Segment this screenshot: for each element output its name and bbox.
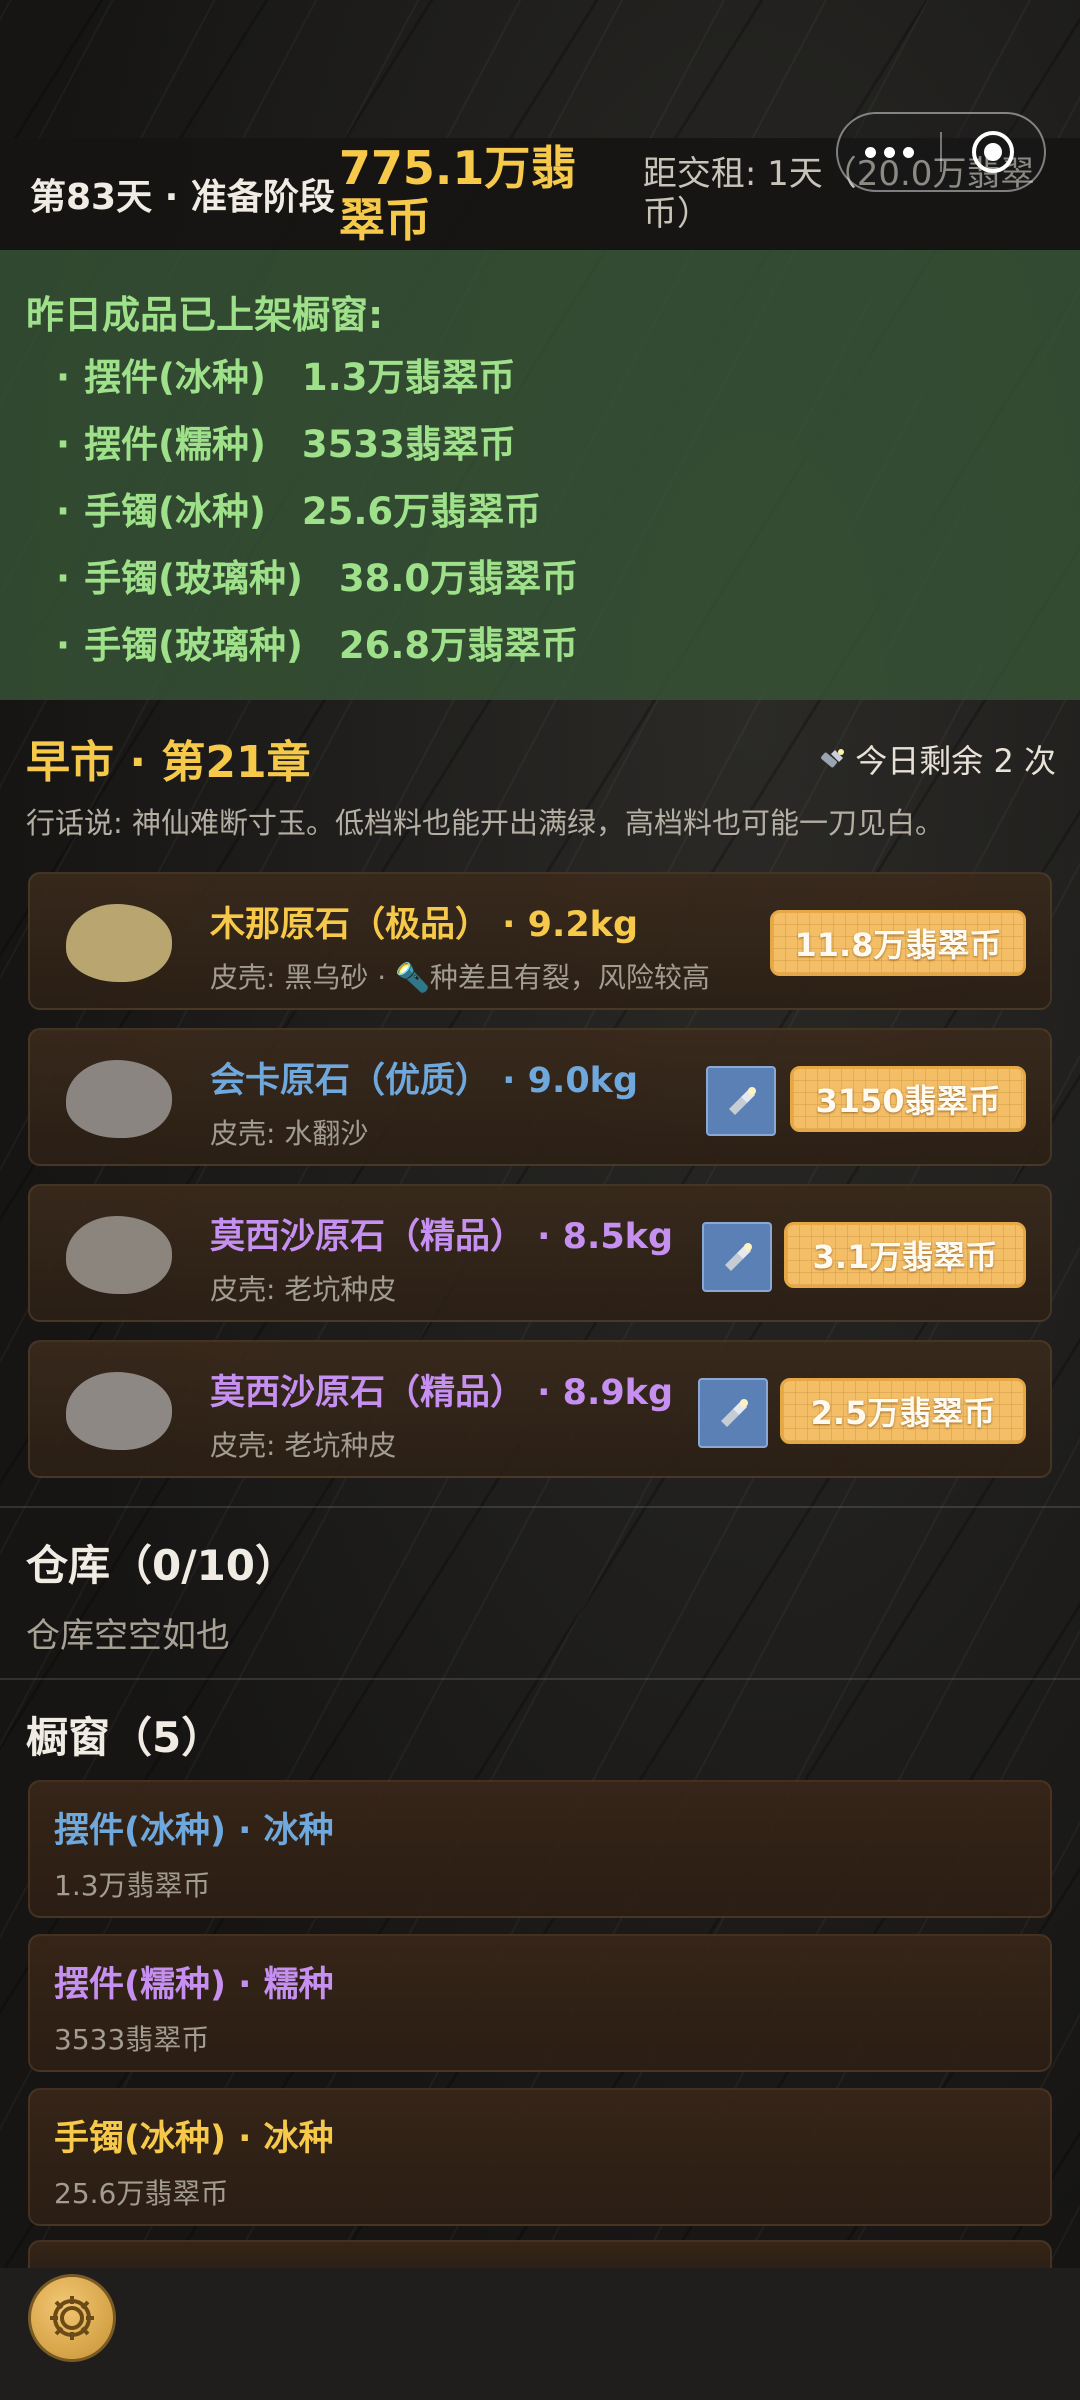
notice-item-price: 26.8万翡翠币: [338, 624, 579, 667]
settings-button[interactable]: [28, 2274, 116, 2362]
notice-item-name: 摆件(冰种): [84, 356, 266, 399]
showcase-item-name: 摆件(冰种) · 冰种: [54, 1811, 334, 1851]
buy-price-button[interactable]: 3150翡翠币: [790, 1066, 1026, 1132]
notice-item: · 手镯(玻璃种) 38.0万翡翠币: [56, 557, 579, 600]
notice-item: · 手镯(玻璃种) 26.8万翡翠币: [56, 624, 579, 667]
stone-skin: 皮壳: 水翻沙: [210, 1117, 369, 1150]
showcase-item-price: 1.3万翡翠币: [54, 1869, 211, 1902]
stone-card[interactable]: 莫西沙原石（精品） · 8.5kg 皮壳: 老坑种皮 3.1万翡翠币: [28, 1184, 1052, 1322]
notice-item-price: 25.6万翡翠币: [301, 490, 542, 533]
flashlight-icon: [725, 1243, 752, 1271]
buy-price-button[interactable]: 2.5万翡翠币: [780, 1378, 1026, 1444]
market-header: 早市 · 第21章 今日剩余 2 次: [26, 720, 1056, 790]
section-divider: [0, 1678, 1080, 1680]
stone-skin: 皮壳: 黑乌砂 · 🔦种差且有裂，风险较高: [210, 961, 710, 994]
notice-item-name: 手镯(冰种): [84, 490, 266, 533]
flashlight-icon: [721, 1399, 748, 1427]
notice-title: 昨日成品已上架橱窗:: [26, 293, 384, 337]
target-icon[interactable]: [942, 131, 1044, 173]
stone-skin: 皮壳: 老坑种皮: [210, 1429, 397, 1462]
showcase-title: 橱窗（5）: [26, 1713, 224, 1762]
showcase-item[interactable]: 摆件(糯种) · 糯种 3533翡翠币: [28, 1934, 1052, 2072]
market-title: 早市 · 第21章: [26, 737, 311, 788]
buy-price-button[interactable]: 3.1万翡翠币: [784, 1222, 1026, 1288]
stone-name: 会卡原石（优质） · 9.0kg: [210, 1061, 638, 1101]
stone-image: [66, 1060, 172, 1138]
showcase-item[interactable]: 摆件(冰种) · 冰种 1.3万翡翠币: [28, 1780, 1052, 1918]
stone-image: [66, 904, 172, 982]
flashlight-icon: [729, 1087, 756, 1115]
notice-item-price: 3533翡翠币: [301, 423, 516, 466]
warehouse-title: 仓库（0/10）: [26, 1541, 298, 1590]
flashlight-button[interactable]: [702, 1222, 772, 1292]
remaining-attempts-label: 今日剩余 2 次: [855, 742, 1056, 780]
flashlight-icon: [821, 749, 845, 768]
flashlight-button[interactable]: [698, 1378, 768, 1448]
section-divider: [0, 1506, 1080, 1508]
showcase-item[interactable]: 手镯(冰种) · 冰种 25.6万翡翠币: [28, 2088, 1052, 2226]
showcase-item-name: 手镯(冰种) · 冰种: [54, 2119, 334, 2159]
stone-image: [66, 1216, 172, 1294]
buy-price-button[interactable]: 11.8万翡翠币: [770, 910, 1026, 976]
notice-item: · 摆件(冰种) 1.3万翡翠币: [56, 356, 516, 399]
notice-item-price: 38.0万翡翠币: [338, 557, 579, 600]
stone-card[interactable]: 莫西沙原石（精品） · 8.9kg 皮壳: 老坑种皮 2.5万翡翠币: [28, 1340, 1052, 1478]
notice-item-name: 摆件(糯种): [84, 423, 266, 466]
notice-item: · 摆件(糯种) 3533翡翠币: [56, 423, 516, 466]
gear-icon: [50, 2296, 94, 2340]
showcase-item-price: 3533翡翠币: [54, 2023, 210, 2056]
yesterday-notice-panel: 昨日成品已上架橱窗: · 摆件(冰种) 1.3万翡翠币 · 摆件(糯种) 3533翡翠币…: [0, 250, 1080, 700]
stone-name: 莫西沙原石（精品） · 8.5kg: [210, 1217, 673, 1257]
notice-item: · 手镯(冰种) 25.6万翡翠币: [56, 490, 542, 533]
stone-card[interactable]: 木那原石（极品） · 9.2kg 皮壳: 黑乌砂 · 🔦种差且有裂，风险较高 1…: [28, 872, 1052, 1010]
flashlight-button[interactable]: [706, 1066, 776, 1136]
market-saying: 行话说: 神仙难断寸玉。低档料也能开出满绿，高档料也可能一刀见白。: [26, 806, 944, 840]
stone-image: [66, 1372, 172, 1450]
stone-name: 莫西沙原石（精品） · 8.9kg: [210, 1373, 673, 1413]
showcase-item-price: 25.6万翡翠币: [54, 2177, 229, 2210]
stone-card[interactable]: 会卡原石（优质） · 9.0kg 皮壳: 水翻沙 3150翡翠币: [28, 1028, 1052, 1166]
money-label: 775.1万翡翠币: [338, 141, 577, 247]
showcase-item-name: 摆件(糯种) · 糯种: [54, 1965, 334, 2005]
remaining-attempts: 今日剩余 2 次: [817, 736, 1056, 782]
day-stage-label: 第83天 · 准备阶段: [30, 177, 335, 218]
notice-item-price: 1.3万翡翠币: [301, 356, 516, 399]
capsule-menu: [836, 112, 1046, 192]
stone-skin: 皮壳: 老坑种皮: [210, 1273, 397, 1306]
more-dots-icon[interactable]: [838, 146, 940, 158]
notice-item-name: 手镯(玻璃种): [84, 557, 303, 600]
bottom-bar: [0, 2268, 1080, 2400]
warehouse-empty-text: 仓库空空如也: [26, 1616, 230, 1656]
stone-name: 木那原石（极品） · 9.2kg: [210, 905, 638, 945]
notice-item-name: 手镯(玻璃种): [84, 624, 303, 667]
